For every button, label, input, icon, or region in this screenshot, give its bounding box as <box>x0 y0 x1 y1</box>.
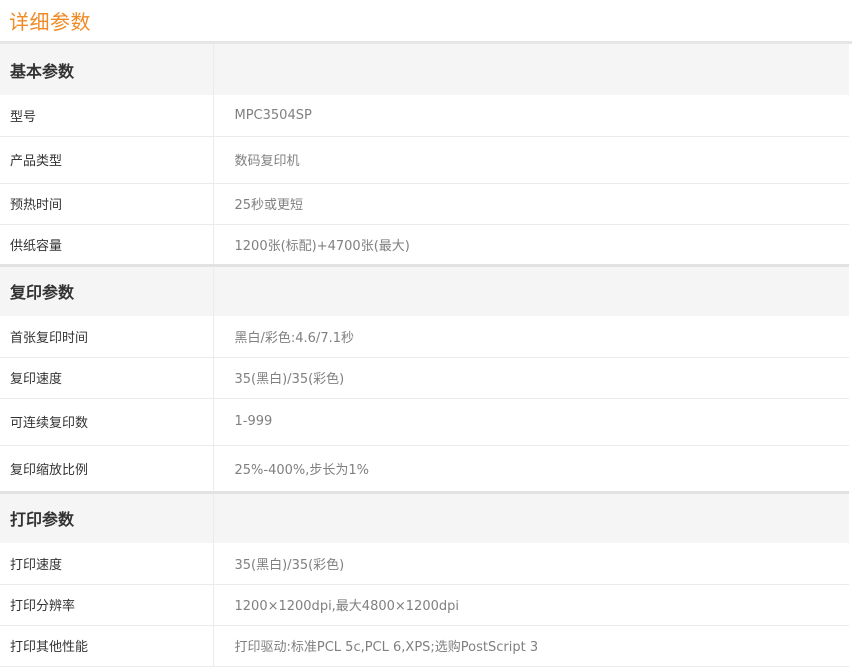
param-value: 1200×1200dpi,最大4800×1200dpi <box>213 584 849 626</box>
param-key: 打印其他性能 <box>0 625 214 667</box>
param-key: 可连续复印数 <box>0 398 214 446</box>
param-key: 预热时间 <box>0 183 214 225</box>
section-title: 复印参数 <box>0 263 214 316</box>
table-row: 供纸容量 1200张(标配)+4700张(最大) <box>0 224 849 266</box>
table-row: 可连续复印数 1-999 <box>0 398 849 446</box>
table-row: 复印缩放比例 25%-400%,步长为1% <box>0 445 849 493</box>
title-bar: 详细参数 <box>0 0 852 44</box>
param-value: 25秒或更短 <box>213 183 849 225</box>
param-key: 打印分辨率 <box>0 584 214 626</box>
param-key: 复印速度 <box>0 357 214 399</box>
param-value: 1-999 <box>213 398 849 446</box>
table-row: 复印速度 35(黑白)/35(彩色) <box>0 357 849 399</box>
section-blank <box>213 490 849 543</box>
param-value: 数码复印机 <box>213 136 849 184</box>
section-header-print: 打印参数 <box>0 490 849 543</box>
table-row: 打印速度 35(黑白)/35(彩色) <box>0 543 849 585</box>
table-row: 打印分辨率 1200×1200dpi,最大4800×1200dpi <box>0 584 849 626</box>
param-key: 打印速度 <box>0 543 214 585</box>
section-header-basic: 基本参数 <box>0 44 849 95</box>
table-row: 打印其他性能 打印驱动:标准PCL 5c,PCL 6,XPS;选购PostScr… <box>0 625 849 667</box>
param-key: 产品类型 <box>0 136 214 184</box>
spec-table: 基本参数 型号 MPC3504SP 产品类型 数码复印机 预热时间 25秒或更短… <box>0 44 849 667</box>
param-value: 1200张(标配)+4700张(最大) <box>213 224 849 266</box>
section-blank <box>213 263 849 316</box>
section-title: 基本参数 <box>0 44 214 95</box>
table-row: 预热时间 25秒或更短 <box>0 183 849 225</box>
spec-page: 详细参数 基本参数 型号 MPC3504SP 产品类型 数码复印机 预热时间 2… <box>0 0 852 669</box>
table-row: 首张复印时间 黑白/彩色:4.6/7.1秒 <box>0 316 849 358</box>
section-title: 打印参数 <box>0 490 214 543</box>
param-value: 打印驱动:标准PCL 5c,PCL 6,XPS;选购PostScript 3 <box>213 625 849 667</box>
param-value: 35(黑白)/35(彩色) <box>213 357 849 399</box>
param-key: 复印缩放比例 <box>0 445 214 493</box>
page-title: 详细参数 <box>9 10 91 34</box>
param-value: 黑白/彩色:4.6/7.1秒 <box>213 316 849 358</box>
section-header-copy: 复印参数 <box>0 263 849 316</box>
param-key: 首张复印时间 <box>0 316 214 358</box>
param-key: 型号 <box>0 95 214 137</box>
param-value: 35(黑白)/35(彩色) <box>213 543 849 585</box>
param-value: 25%-400%,步长为1% <box>213 445 849 493</box>
param-value: MPC3504SP <box>213 95 849 137</box>
section-blank <box>213 44 849 95</box>
table-row: 产品类型 数码复印机 <box>0 136 849 184</box>
table-row: 型号 MPC3504SP <box>0 95 849 137</box>
param-key: 供纸容量 <box>0 224 214 266</box>
